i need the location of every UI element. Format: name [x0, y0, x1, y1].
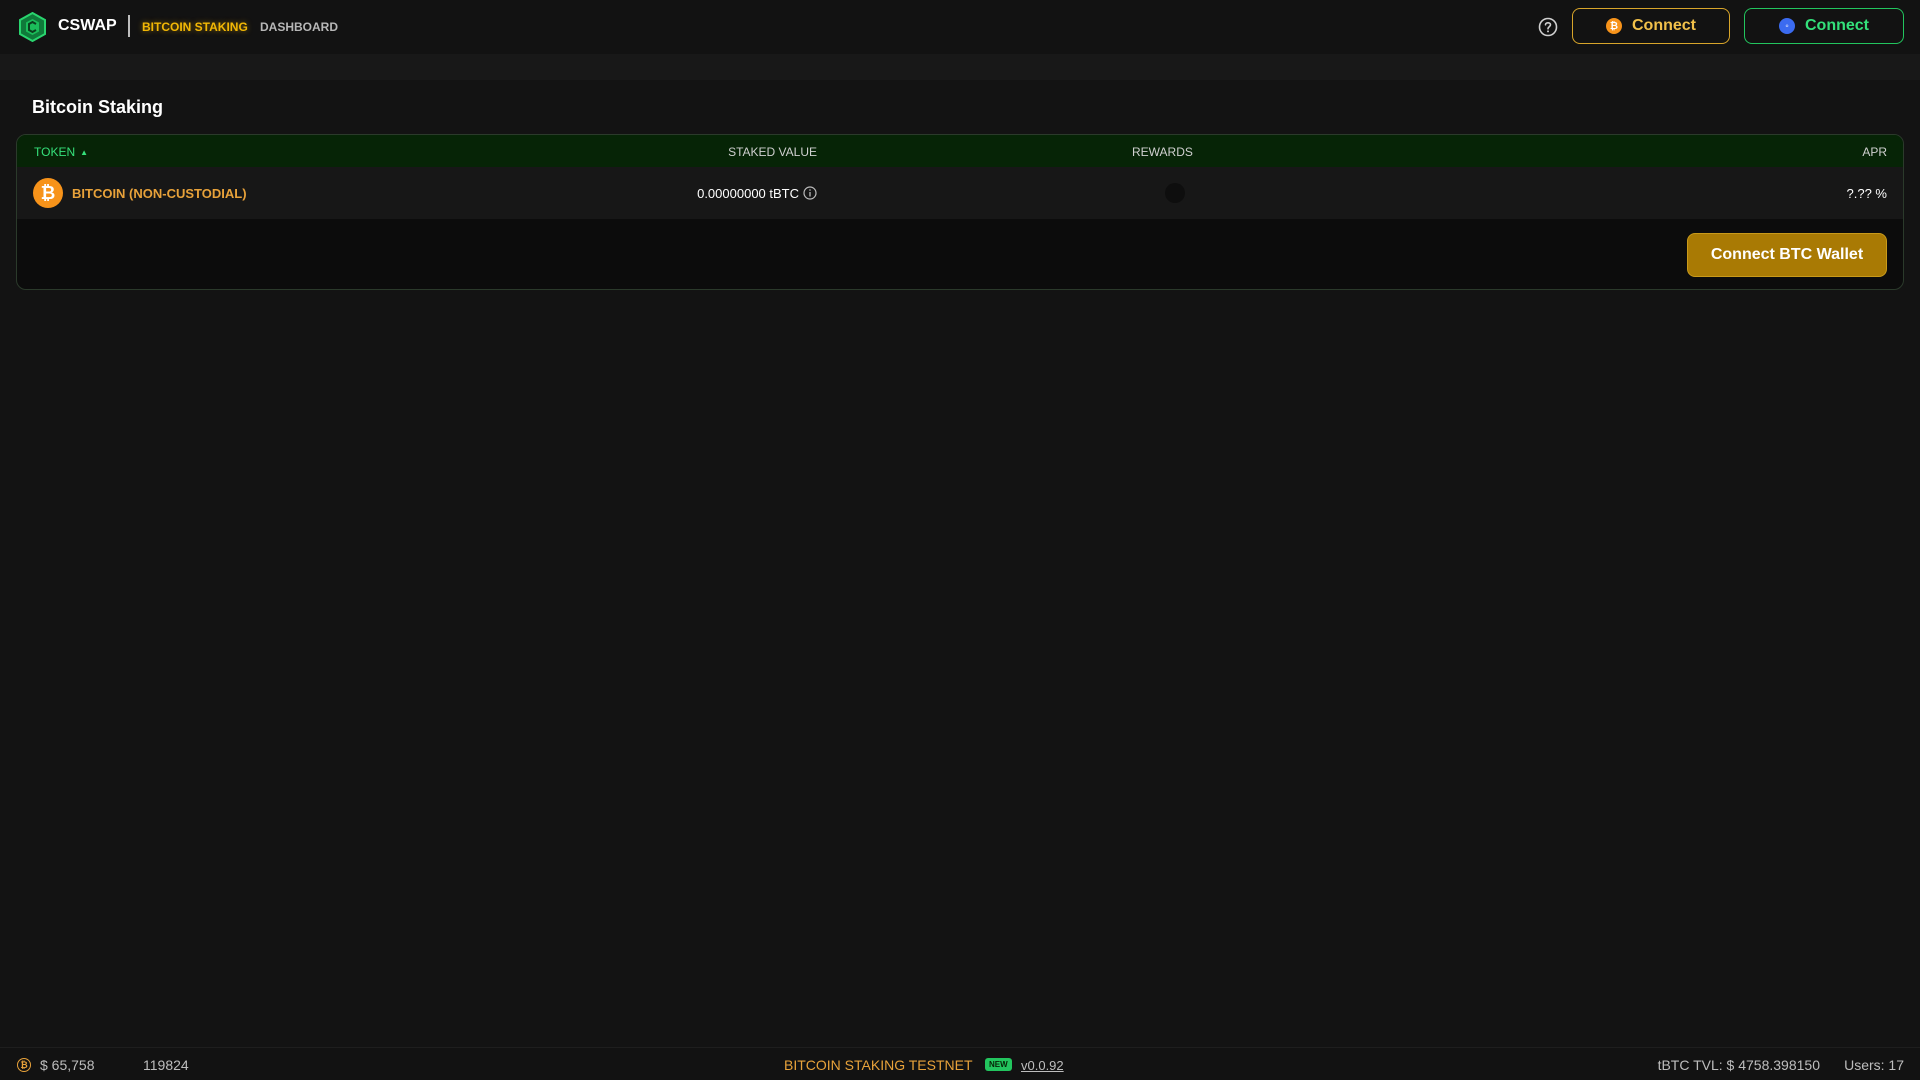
connect-btc-label: Connect — [1632, 17, 1696, 34]
token-name: BITCOIN (NON-CUSTODIAL) — [72, 186, 247, 201]
staking-table: TOKEN ▲ STAKED VALUE REWARDS APR ₿ BITCOI… — [16, 134, 1904, 290]
help-icon[interactable] — [1538, 17, 1558, 37]
stacks-coin-icon: ◦ — [1779, 18, 1795, 34]
connect-btc-wallet-button[interactable]: Connect BTC Wallet — [1687, 233, 1887, 277]
rewards-loading-indicator — [1165, 183, 1185, 203]
status-footer: ₿ $ 65,758 119824 BITCOIN STAKING TESTNE… — [0, 1047, 1920, 1080]
table-row[interactable]: ₿ BITCOIN (NON-CUSTODIAL) 0.00000000 tBT… — [17, 167, 1903, 219]
version-link[interactable]: v0.0.92 — [1021, 1058, 1064, 1073]
column-token[interactable]: TOKEN ▲ — [34, 145, 88, 159]
staked-value: 0.00000000 tBTC — [697, 186, 799, 201]
btc-price: $ 65,758 — [40, 1057, 95, 1073]
brand-divider — [128, 15, 130, 37]
connect-stx-button[interactable]: ◦ Connect — [1744, 8, 1904, 44]
column-apr[interactable]: APR — [1862, 145, 1887, 159]
connect-stx-label: Connect — [1805, 17, 1869, 34]
top-header: CSWAP BITCOIN STAKING DASHBOARD ₿ Connec… — [0, 0, 1920, 54]
users-stat: Users: 17 — [1844, 1057, 1904, 1073]
apr-value: ?.?? % — [1846, 186, 1887, 201]
nav-dashboard[interactable]: DASHBOARD — [260, 20, 338, 34]
connect-btc-button[interactable]: ₿ Connect — [1572, 8, 1730, 44]
new-badge: NEW — [985, 1058, 1012, 1071]
page-title: Bitcoin Staking — [32, 97, 164, 117]
network-label: BITCOIN STAKING TESTNET — [784, 1057, 973, 1073]
column-staked-value[interactable]: STAKED VALUE — [728, 145, 817, 159]
info-icon[interactable] — [803, 186, 817, 200]
brand-name[interactable]: CSWAP — [58, 17, 117, 35]
cswap-logo-icon[interactable] — [18, 12, 47, 42]
bitcoin-price-icon: ₿ — [17, 1058, 31, 1072]
tvl-stat: tBTC TVL: $ 4758.398150 — [1657, 1057, 1820, 1073]
column-rewards[interactable]: REWARDS — [1132, 145, 1193, 159]
sub-header-bar — [0, 54, 1920, 80]
block-height: 119824 — [143, 1057, 189, 1073]
bitcoin-icon: ₿ — [33, 178, 63, 208]
nav-bitcoin-staking[interactable]: BITCOIN STAKING — [142, 20, 248, 34]
sort-ascending-icon: ▲ — [80, 148, 89, 158]
bitcoin-coin-icon: ₿ — [1606, 18, 1622, 34]
table-header: TOKEN ▲ STAKED VALUE REWARDS APR — [17, 135, 1903, 167]
